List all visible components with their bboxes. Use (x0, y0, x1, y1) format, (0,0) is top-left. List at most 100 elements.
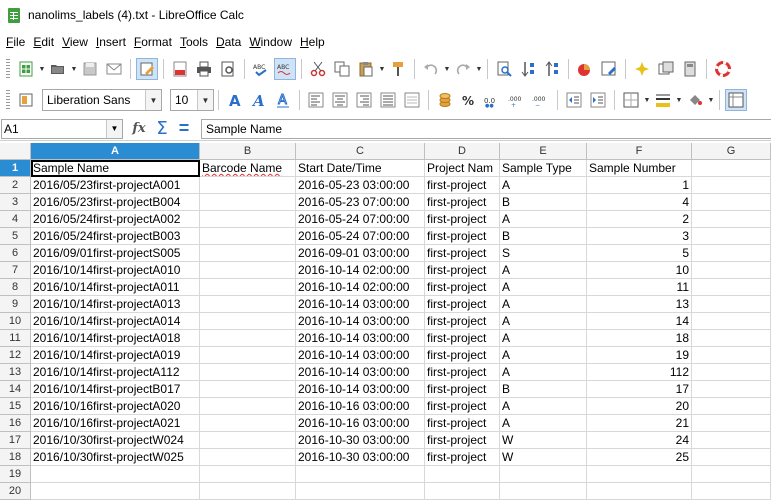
row-header[interactable]: 15 (0, 398, 31, 415)
spreadsheet-grid[interactable]: A B C D E F G 1 Sample Name Barcode Name St… (0, 143, 771, 502)
table-cell[interactable]: 2016/10/14first-projectA010 (31, 262, 200, 279)
table-cell[interactable]: 21 (587, 415, 692, 432)
new-document-icon[interactable] (15, 58, 37, 80)
undo-dropdown-icon[interactable]: ▼ (443, 58, 451, 80)
redo-dropdown-icon[interactable]: ▼ (475, 58, 483, 80)
table-cell[interactable] (692, 177, 771, 194)
header-cell[interactable]: Project Nam (425, 160, 500, 177)
insert-chart-icon[interactable] (574, 58, 596, 80)
row-header[interactable]: 1 (0, 160, 31, 177)
table-cell[interactable]: 5 (587, 245, 692, 262)
decrease-indent-icon[interactable] (563, 89, 585, 111)
sort-ascending-icon[interactable] (517, 58, 539, 80)
table-cell[interactable]: first-project (425, 211, 500, 228)
spelling-icon[interactable]: ABC (250, 58, 272, 80)
table-cell[interactable]: 2016-10-30 03:00:00 (296, 449, 425, 466)
open-folder-icon[interactable] (47, 58, 69, 80)
table-cell[interactable] (692, 432, 771, 449)
table-cell[interactable]: B (500, 228, 587, 245)
table-cell[interactable]: first-project (425, 313, 500, 330)
column-header-F[interactable]: F (587, 143, 692, 160)
table-cell[interactable] (200, 483, 296, 500)
table-cell[interactable]: 24 (587, 432, 692, 449)
table-cell[interactable]: 14 (587, 313, 692, 330)
table-cell[interactable] (692, 466, 771, 483)
row-header[interactable]: 5 (0, 228, 31, 245)
table-cell[interactable]: 2016-10-14 03:00:00 (296, 330, 425, 347)
chevron-down-icon[interactable]: ▼ (197, 90, 213, 110)
formula-icon[interactable]: = (173, 118, 195, 139)
table-cell[interactable] (200, 245, 296, 262)
border-style-icon[interactable] (652, 89, 674, 111)
table-cell[interactable] (200, 432, 296, 449)
table-cell[interactable]: 2016-10-14 03:00:00 (296, 296, 425, 313)
italic-icon[interactable]: A (248, 89, 270, 111)
table-cell[interactable]: A (500, 330, 587, 347)
email-icon[interactable] (103, 58, 125, 80)
table-cell[interactable] (31, 483, 200, 500)
toolbar-grip[interactable] (6, 90, 10, 110)
table-cell[interactable]: A (500, 279, 587, 296)
table-cell[interactable]: first-project (425, 398, 500, 415)
row-header[interactable]: 2 (0, 177, 31, 194)
header-cell[interactable]: Sample Type (500, 160, 587, 177)
print-preview-icon[interactable] (217, 58, 239, 80)
menu-view[interactable]: View (58, 35, 92, 49)
table-cell[interactable] (200, 347, 296, 364)
insert-image-icon[interactable] (655, 58, 677, 80)
table-cell[interactable]: 2016-10-14 03:00:00 (296, 364, 425, 381)
number-format-icon[interactable]: 0.0 ●● (482, 89, 504, 111)
cell-reference[interactable]: A1 (2, 122, 106, 136)
borders-icon[interactable] (620, 89, 642, 111)
table-cell[interactable]: first-project (425, 330, 500, 347)
column-header-D[interactable]: D (425, 143, 500, 160)
table-cell[interactable]: 2016-05-24 07:00:00 (296, 228, 425, 245)
table-cell[interactable]: 2016/05/23first-projectB004 (31, 194, 200, 211)
table-cell[interactable] (500, 483, 587, 500)
underline-icon[interactable]: A (272, 89, 294, 111)
table-cell[interactable]: A (500, 364, 587, 381)
table-cell[interactable]: 10 (587, 262, 692, 279)
add-decimal-icon[interactable]: .000 + (506, 89, 528, 111)
table-cell[interactable]: first-project (425, 262, 500, 279)
table-cell[interactable]: 20 (587, 398, 692, 415)
header-cell[interactable]: Sample Number (587, 160, 692, 177)
align-right-icon[interactable] (353, 89, 375, 111)
table-cell[interactable] (692, 279, 771, 296)
table-cell[interactable] (692, 398, 771, 415)
row-header[interactable]: 12 (0, 347, 31, 364)
table-cell[interactable] (587, 466, 692, 483)
table-cell[interactable] (692, 364, 771, 381)
column-header-B[interactable]: B (200, 143, 296, 160)
table-cell[interactable]: 17 (587, 381, 692, 398)
find-replace-icon[interactable] (493, 58, 515, 80)
header-cell[interactable]: Barcode Name (200, 160, 296, 177)
table-cell[interactable]: 2016-10-14 03:00:00 (296, 381, 425, 398)
menu-data[interactable]: Data (212, 35, 245, 49)
table-cell[interactable]: 2016-05-23 07:00:00 (296, 194, 425, 211)
row-header[interactable]: 17 (0, 432, 31, 449)
copy-icon[interactable] (331, 58, 353, 80)
table-cell[interactable] (200, 415, 296, 432)
table-cell[interactable]: 13 (587, 296, 692, 313)
table-cell[interactable]: 2016/05/23first-projectA001 (31, 177, 200, 194)
font-size-combobox[interactable]: 10 ▼ (170, 89, 214, 111)
table-cell[interactable]: 1 (587, 177, 692, 194)
bold-icon[interactable]: A (224, 89, 246, 111)
justify-icon[interactable] (377, 89, 399, 111)
table-cell[interactable]: A (500, 415, 587, 432)
row-header[interactable]: 18 (0, 449, 31, 466)
chevron-down-icon[interactable]: ▼ (106, 119, 122, 138)
table-cell[interactable]: 2016-05-24 07:00:00 (296, 211, 425, 228)
column-header-A[interactable]: A (31, 143, 200, 160)
table-cell[interactable]: first-project (425, 432, 500, 449)
menu-insert[interactable]: Insert (92, 35, 130, 49)
table-cell[interactable] (692, 330, 771, 347)
cut-icon[interactable] (307, 58, 329, 80)
menu-format[interactable]: Format (130, 35, 176, 49)
styles-icon[interactable] (15, 89, 37, 111)
table-cell[interactable]: 2016/10/30first-projectW025 (31, 449, 200, 466)
table-cell[interactable]: 4 (587, 194, 692, 211)
menu-file[interactable]: File (2, 35, 29, 49)
table-cell[interactable]: B (500, 194, 587, 211)
